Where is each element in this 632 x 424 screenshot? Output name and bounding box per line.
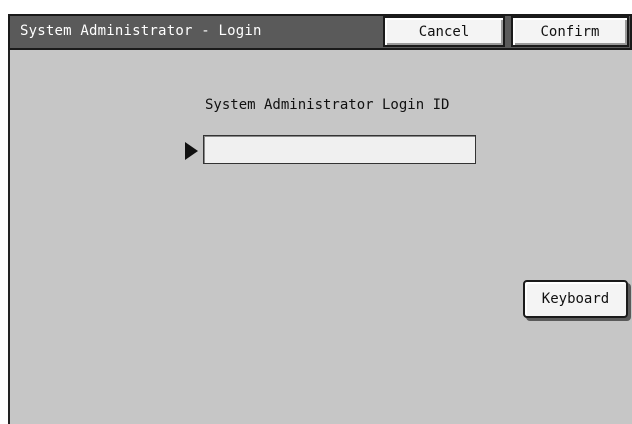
confirm-button-label: Confirm [540,23,600,40]
cancel-button[interactable]: Cancel [383,16,505,47]
main-panel [8,14,632,424]
keyboard-button-label: Keyboard [541,291,610,307]
login-screen: System Administrator - Login Cancel Conf… [0,0,632,424]
login-id-input[interactable] [203,135,476,164]
cancel-button-label: Cancel [418,23,470,40]
window-title: System Administrator - Login [20,23,262,39]
confirm-button[interactable]: Confirm [511,16,629,47]
login-id-label: System Administrator Login ID [205,97,450,113]
keyboard-button[interactable]: Keyboard [523,280,628,318]
field-pointer-icon [185,142,198,160]
